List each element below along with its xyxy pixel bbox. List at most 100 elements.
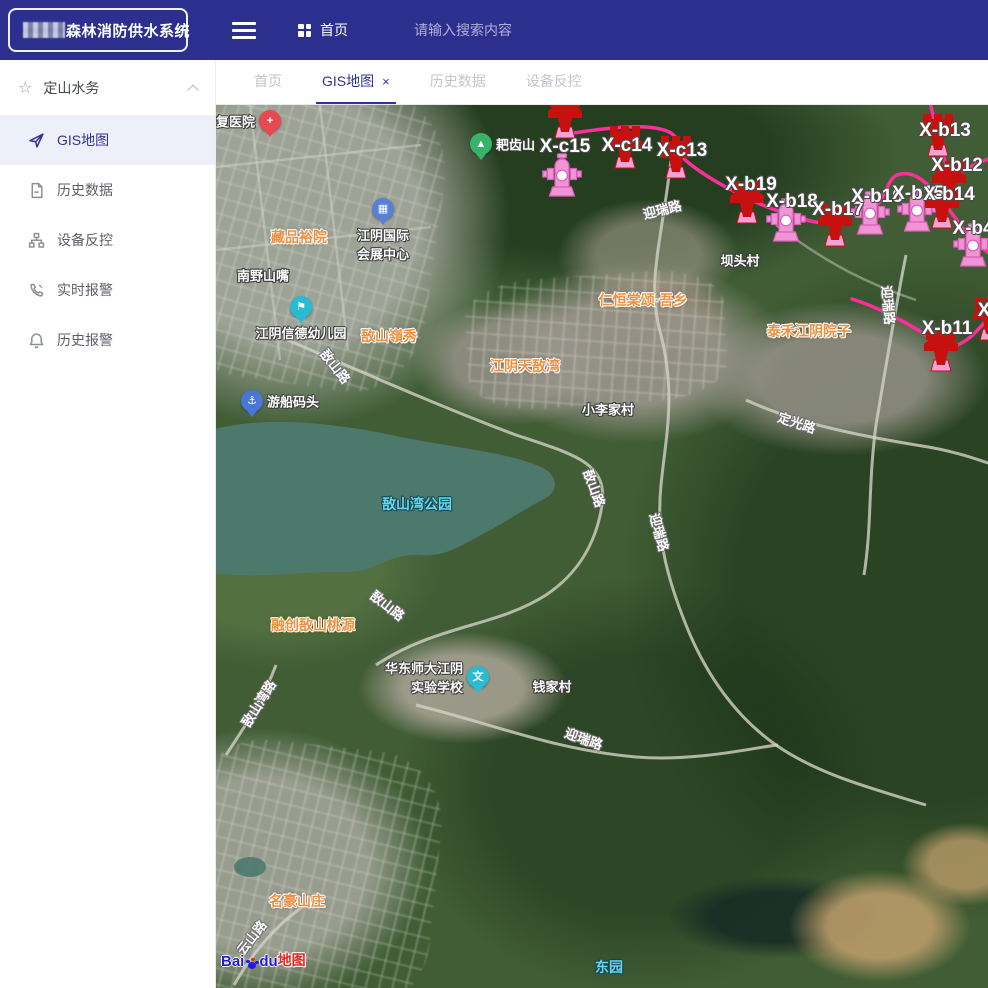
map-label: 钱家村: [532, 677, 571, 696]
hydrant-marker-X-b18[interactable]: [766, 198, 806, 242]
baidu-logo: Bai du 地图: [221, 950, 306, 970]
sidebar-item-label: GIS地图: [57, 130, 109, 150]
sidebar-item-send[interactable]: GIS地图: [0, 115, 215, 165]
redacted-text: [23, 22, 65, 38]
sidebar-item-label: 历史报警: [57, 330, 113, 350]
sidebar-item-label: 设备反控: [57, 230, 113, 250]
school-poi-icon: 文: [467, 666, 489, 688]
search-box: [412, 21, 636, 40]
pink-hydrant-icon: [542, 153, 582, 197]
poi-label: 华东师大江阴 实验学校: [385, 658, 463, 696]
red-hydrant-icon: [607, 125, 643, 169]
road-label: 迎瑞路: [878, 285, 900, 326]
hydrant-network-line: [852, 299, 988, 346]
red-hydrant-icon: [920, 113, 956, 157]
hamburger-menu-icon[interactable]: [232, 22, 256, 39]
hydrant-marker-X-b11[interactable]: [923, 328, 959, 372]
map-canvas[interactable]: Bai du 地图 藏品裕院南野山嘴坝头村仁恒棠颂·吾乡泰禾江阴院子敔山嶺秀江阴…: [216, 105, 988, 988]
map-label: 坝头村: [720, 251, 759, 270]
pink-hydrant-icon: [953, 223, 988, 267]
map-label: 南野山嘴: [237, 266, 289, 285]
poi-glyph: ⚓: [247, 396, 257, 407]
map-label: 敔山湾公园: [382, 494, 452, 514]
grid-icon: [298, 24, 311, 37]
baidu-paw-icon: [245, 957, 258, 969]
hospital-poi-icon: +: [259, 110, 281, 132]
poi-glyph: ▲: [476, 139, 487, 150]
map-label: 泰禾江阴院子: [767, 321, 851, 341]
sidebar-group-label: 定山水务: [43, 78, 99, 98]
hydrant-marker-X-c13[interactable]: [658, 135, 694, 179]
hydrant-marker-X-b19[interactable]: [729, 180, 765, 224]
map-label: 小李家村: [582, 400, 634, 419]
hydrant-marker-X[interactable]: [972, 297, 988, 341]
red-hydrant-icon: [972, 297, 988, 341]
hydrant-marker-X-b13[interactable]: [920, 113, 956, 157]
tab-历史数据[interactable]: 历史数据: [424, 60, 492, 104]
app-title: 森林消防供水系统: [23, 20, 190, 41]
bell-icon: [28, 332, 45, 349]
red-hydrant-icon: [658, 135, 694, 179]
close-icon[interactable]: ×: [382, 75, 390, 88]
mountain-poi-icon: ▲: [470, 133, 492, 155]
sidebar-item-phone[interactable]: 实时报警: [0, 265, 215, 315]
hydrant-marker-X-b17[interactable]: [817, 203, 853, 247]
star-icon: ☆: [18, 78, 32, 98]
hydrant-marker-X-b16[interactable]: [850, 191, 890, 235]
map-label: 东园: [595, 957, 623, 977]
map-label: 敔山嶺秀: [361, 326, 417, 346]
tab-首页[interactable]: 首页: [248, 60, 288, 104]
tab-label: GIS地图: [322, 71, 374, 91]
poi-label: 林康复医院: [216, 112, 255, 131]
red-hydrant-icon: [547, 105, 583, 139]
phone-icon: [28, 282, 45, 299]
building-poi-icon: ▦: [372, 198, 394, 220]
poi-glyph: ⚑: [296, 302, 306, 313]
sidebar-item-label: 实时报警: [57, 280, 113, 300]
poi-label: 江阴信德幼儿园: [255, 323, 346, 342]
poi-label: 耙齿山: [496, 135, 535, 154]
chevron-up-icon: [187, 84, 198, 95]
anchor-poi-icon: ⚓: [241, 390, 263, 412]
sidebar-item-sitemap[interactable]: 设备反控: [0, 215, 215, 265]
poi-label: 江阴国际 会展中心: [357, 225, 409, 263]
tab-label: 设备反控: [526, 71, 582, 91]
red-hydrant-icon: [817, 203, 853, 247]
send-icon: [28, 132, 45, 149]
hydrant-marker-X-c15[interactable]: [542, 153, 582, 197]
home-nav-label: 首页: [320, 20, 348, 40]
pink-hydrant-icon: [850, 191, 890, 235]
doc-icon: [28, 182, 45, 199]
hydrant-marker[interactable]: [547, 105, 583, 139]
baidu-logo-du: du: [259, 953, 277, 970]
map-label: 名豪山庄: [269, 891, 325, 911]
search-input[interactable]: [412, 21, 636, 39]
poi-label: 游船码头: [267, 392, 319, 411]
sidebar-item-doc[interactable]: 历史数据: [0, 165, 215, 215]
map-label: 融创敔山桃源: [271, 615, 355, 635]
hydrant-marker-X-b4[interactable]: [953, 223, 988, 267]
map-label: 仁恒棠颂·吾乡: [599, 290, 688, 310]
sidebar: ☆ 定山水务 GIS地图历史数据设备反控实时报警历史报警: [0, 60, 216, 988]
poi-glyph: 文: [473, 672, 484, 683]
sidebar-group-header[interactable]: ☆ 定山水务: [0, 60, 215, 115]
tab-GIS地图[interactable]: GIS地图 ×: [316, 60, 396, 104]
red-hydrant-icon: [923, 328, 959, 372]
tab-label: 历史数据: [430, 71, 486, 91]
app-header: 森林消防供水系统 首页: [0, 0, 988, 60]
baidu-logo-latin: Bai: [221, 953, 244, 970]
app-logo: 森林消防供水系统: [8, 8, 188, 52]
home-nav[interactable]: 首页: [298, 20, 348, 40]
tab-bar: 首页 GIS地图 × 历史数据 设备反控: [216, 60, 988, 105]
map-overlay: [216, 105, 988, 988]
sidebar-item-bell[interactable]: 历史报警: [0, 315, 215, 365]
tab-设备反控[interactable]: 设备反控: [520, 60, 588, 104]
map-label: 藏品裕院: [271, 227, 327, 247]
tab-label: 首页: [254, 71, 282, 91]
poi-glyph: +: [267, 116, 273, 127]
hydrant-marker-X-c14[interactable]: [607, 125, 643, 169]
red-hydrant-icon: [729, 180, 765, 224]
pink-hydrant-icon: [766, 198, 806, 242]
baidu-logo-cn: 地图: [278, 950, 306, 970]
poi-glyph: ▦: [378, 204, 388, 215]
